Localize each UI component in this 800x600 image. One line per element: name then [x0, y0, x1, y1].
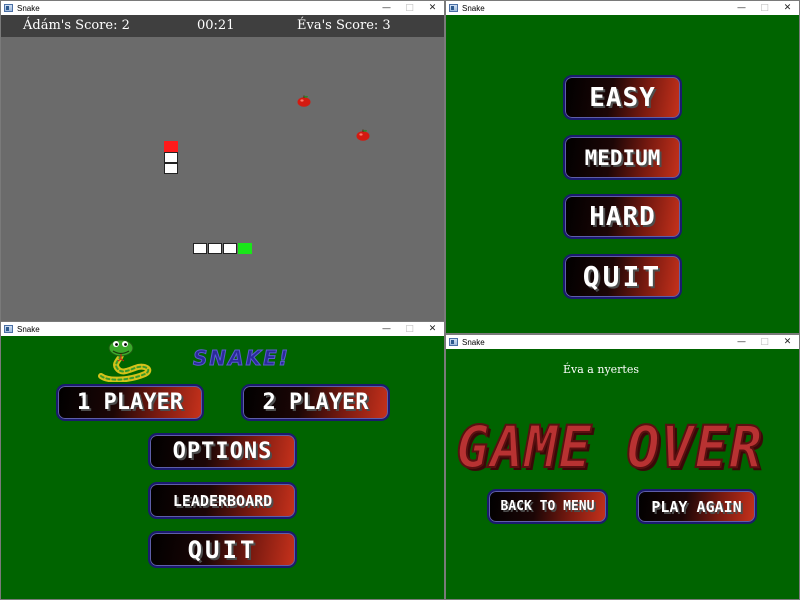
options-button[interactable]: OPTIONS — [148, 433, 297, 470]
snake-title: SNAKE! — [193, 346, 290, 371]
window-title: Snake — [462, 3, 485, 13]
snake1-head — [164, 141, 178, 152]
snake-app-icon — [449, 338, 458, 346]
window-title: Snake — [17, 324, 40, 334]
window-title: Snake — [462, 337, 485, 347]
maximize-button[interactable]: □ — [753, 335, 776, 349]
minimize-button[interactable]: — — [375, 1, 398, 15]
snake2-segment — [208, 243, 222, 254]
two-player-label: 2 PLAYER — [262, 390, 369, 415]
game-over-window: Snake — □ ✕ Éva a nyertes GAME OVER BACK… — [445, 334, 800, 600]
one-player-button[interactable]: 1 PLAYER — [56, 384, 204, 421]
game-over-screen: Éva a nyertes GAME OVER BACK TO MENU PLA… — [446, 349, 799, 599]
snake-logo-icon — [98, 339, 152, 382]
maximize-button[interactable]: □ — [398, 322, 421, 336]
play-again-label: PLAY AGAIN — [651, 497, 742, 516]
snake-app-icon — [449, 4, 458, 12]
score-bar: Ádám's Score: 2 00:21 Éva's Score: 3 — [1, 15, 444, 37]
one-player-label: 1 PLAYER — [77, 390, 183, 415]
back-to-menu-label: BACK TO MENU — [500, 499, 595, 514]
quit-button[interactable]: QUIT — [563, 254, 682, 299]
window-title: Snake — [17, 3, 40, 13]
hard-label: HARD — [589, 201, 656, 232]
player2-score: Éva's Score: 3 — [297, 18, 391, 33]
play-again-button[interactable]: PLAY AGAIN — [636, 489, 757, 524]
easy-button[interactable]: EASY — [563, 75, 682, 120]
maximize-button[interactable]: □ — [753, 1, 776, 15]
title-bar[interactable]: Snake — □ ✕ — [446, 335, 799, 349]
options-label: OPTIONS — [172, 439, 273, 464]
maximize-button[interactable]: □ — [398, 1, 421, 15]
close-button[interactable]: ✕ — [776, 1, 799, 15]
game-window: Snake — □ ✕ Ádám's Score: 2 00:21 Éva's … — [0, 0, 445, 322]
game-board: Ádám's Score: 2 00:21 Éva's Score: 3 — [1, 15, 444, 321]
difficulty-window: Snake — □ ✕ EASY MEDIUM HARD QUIT — [445, 0, 800, 334]
main-menu: SNAKE! 1 PLAYER 2 PLAYER OPTIONS LEADERB… — [1, 336, 444, 599]
two-player-button[interactable]: 2 PLAYER — [241, 384, 390, 421]
winner-message: Éva a nyertes — [563, 363, 639, 376]
minimize-button[interactable]: — — [730, 335, 753, 349]
snake2-segment — [193, 243, 207, 254]
main-menu-window: Snake — □ ✕ SNAKE! 1 PLAYER 2 PLAYER OPT — [0, 321, 445, 600]
leaderboard-label: LEADERBOARD — [172, 491, 273, 510]
snake2-segment — [223, 243, 237, 254]
title-bar[interactable]: Snake — □ ✕ — [1, 1, 444, 15]
snake1-segment — [164, 163, 178, 174]
game-over-heading: GAME OVER — [455, 412, 764, 481]
game-timer: 00:21 — [197, 18, 235, 33]
title-bar[interactable]: Snake — □ ✕ — [446, 1, 799, 15]
apple-icon — [297, 95, 311, 107]
snake-app-icon — [4, 325, 13, 333]
snake-app-icon — [4, 4, 13, 12]
hard-button[interactable]: HARD — [563, 194, 682, 239]
leaderboard-button[interactable]: LEADERBOARD — [148, 482, 297, 519]
quit-label: QUIT — [582, 260, 663, 293]
title-bar[interactable]: Snake — □ ✕ — [1, 322, 444, 336]
medium-label: MEDIUM — [584, 145, 661, 170]
close-button[interactable]: ✕ — [776, 335, 799, 349]
close-button[interactable]: ✕ — [421, 322, 444, 336]
apple-icon — [356, 129, 370, 141]
difficulty-menu: EASY MEDIUM HARD QUIT — [446, 15, 799, 333]
snake2-head — [238, 243, 252, 254]
minimize-button[interactable]: — — [730, 1, 753, 15]
easy-label: EASY — [589, 82, 656, 113]
close-button[interactable]: ✕ — [421, 1, 444, 15]
snake1-segment — [164, 152, 178, 163]
back-to-menu-button[interactable]: BACK TO MENU — [487, 489, 608, 524]
minimize-button[interactable]: — — [375, 322, 398, 336]
medium-button[interactable]: MEDIUM — [563, 135, 682, 180]
quit-label: QUIT — [187, 535, 258, 564]
quit-button[interactable]: QUIT — [148, 531, 297, 568]
player1-score: Ádám's Score: 2 — [23, 18, 130, 33]
